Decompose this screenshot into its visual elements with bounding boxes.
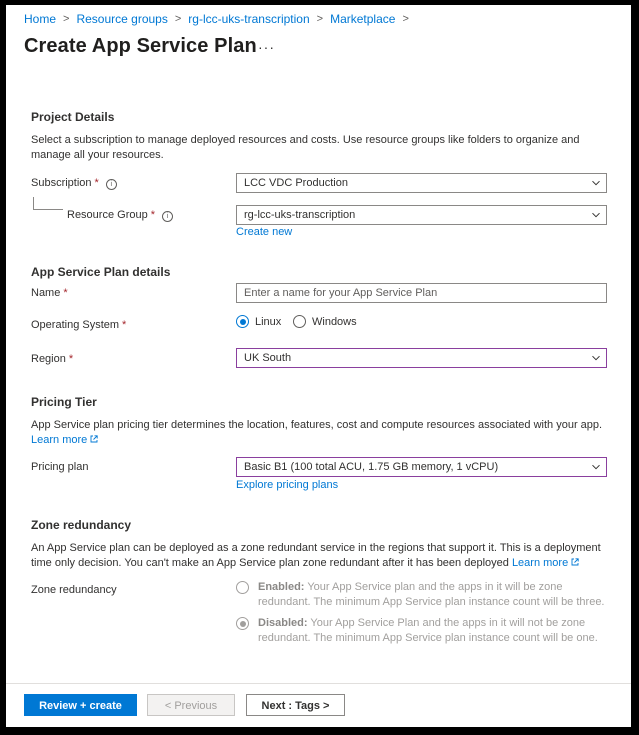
os-label: Operating System * [31,319,127,331]
radio-selected-icon[interactable] [236,617,249,630]
more-options-button[interactable]: ··· [258,39,275,55]
breadcrumb-resource-group[interactable]: rg-lcc-uks-transcription [188,12,309,26]
breadcrumb-resource-groups[interactable]: Resource groups [76,12,167,26]
chevron-down-icon [592,464,600,470]
pricing-plan-dropdown[interactable]: Basic B1 (100 total ACU, 1.75 GB memory,… [236,457,607,477]
chevron-right-icon: > [316,13,324,25]
pricing-tier-heading: Pricing Tier [31,395,97,409]
radio-unselected-icon[interactable] [293,315,306,328]
next-tags-button[interactable]: Next : Tags > [246,694,345,716]
region-value: UK South [244,352,292,364]
pricing-plan-label: Pricing plan [31,461,89,473]
region-label: Region * [31,353,74,365]
resource-group-value: rg-lcc-uks-transcription [244,209,356,221]
zone-option-enabled[interactable]: Enabled: Your App Service plan and the a… [236,580,606,610]
tree-connector [33,197,63,210]
explore-pricing-link[interactable]: Explore pricing plans [236,479,338,491]
zone-description: An App Service plan can be deployed as a… [31,542,601,569]
plan-details-heading: App Service Plan details [31,265,171,279]
create-new-link[interactable]: Create new [236,226,292,238]
chevron-right-icon: > [63,13,70,25]
zone-redundancy-heading: Zone redundancy [31,518,132,532]
breadcrumb-marketplace[interactable]: Marketplace [330,12,395,26]
chevron-down-icon [592,180,600,186]
zone-option-disabled[interactable]: Disabled: Your App Service Plan and the … [236,616,606,646]
breadcrumb: Home > Resource groups > rg-lcc-uks-tran… [24,12,416,26]
subscription-value: LCC VDC Production [244,177,348,189]
pricing-learn-more-link[interactable]: Learn more [31,434,98,446]
name-label: Name * [31,287,68,299]
footer-divider [6,683,631,684]
app-window: Home > Resource groups > rg-lcc-uks-tran… [6,5,631,727]
info-icon[interactable]: i [162,211,173,222]
external-link-icon [571,558,579,566]
subscription-dropdown[interactable]: LCC VDC Production [236,173,607,193]
radio-selected-icon[interactable] [236,315,249,328]
zone-redundancy-label: Zone redundancy [31,584,117,596]
previous-button[interactable]: < Previous [147,694,235,716]
pricing-description: App Service plan pricing tier determines… [31,419,603,446]
resource-group-dropdown[interactable]: rg-lcc-uks-transcription [236,205,607,225]
chevron-right-icon: > [402,13,409,25]
breadcrumb-home[interactable]: Home [24,12,56,26]
chevron-right-icon: > [174,13,182,25]
os-radio-windows[interactable]: Windows [293,315,357,328]
zone-enabled-text: Enabled: Your App Service plan and the a… [258,581,605,608]
pricing-plan-value: Basic B1 (100 total ACU, 1.75 GB memory,… [244,461,499,473]
chevron-down-icon [592,212,600,218]
zone-disabled-text: Disabled: Your App Service Plan and the … [258,617,598,644]
project-details-heading: Project Details [31,110,115,124]
os-radio-linux[interactable]: Linux [236,315,281,328]
external-link-icon [90,435,98,443]
subscription-label: Subscription * i [31,177,117,190]
linux-label: Linux [255,315,282,328]
page-title: Create App Service Plan [24,35,257,57]
review-create-button[interactable]: Review + create [24,694,137,716]
windows-label: Windows [312,315,357,328]
zone-learn-more-link[interactable]: Learn more [512,557,579,569]
info-icon[interactable]: i [105,179,117,190]
name-input[interactable] [236,283,607,303]
region-dropdown[interactable]: UK South [236,348,607,368]
radio-unselected-icon[interactable] [236,581,249,594]
project-details-description: Select a subscription to manage deployed… [31,134,580,161]
chevron-down-icon [592,355,600,361]
resource-group-label: Resource Group * i [67,209,173,222]
